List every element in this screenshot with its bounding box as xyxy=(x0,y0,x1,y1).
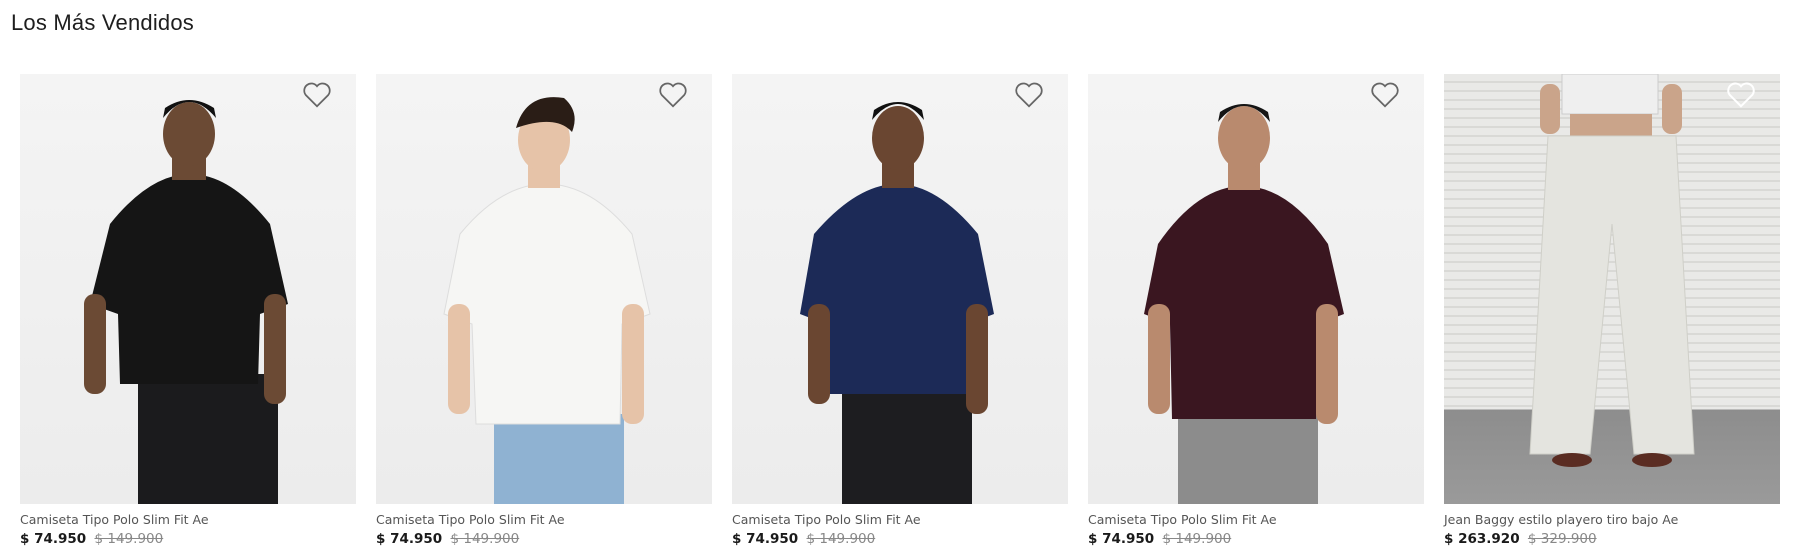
section-title: Los Más Vendidos xyxy=(11,10,194,35)
price-row: $ 74.950 $ 149.900 xyxy=(376,531,712,547)
product-name[interactable]: Camiseta Tipo Polo Slim Fit Ae xyxy=(732,512,1068,527)
model-figure xyxy=(1144,104,1344,504)
product-image[interactable] xyxy=(732,74,1068,504)
product-card[interactable]: Camiseta Tipo Polo Slim Fit Ae $ 74.950 … xyxy=(1088,74,1424,547)
product-name[interactable]: Camiseta Tipo Polo Slim Fit Ae xyxy=(20,512,356,527)
sale-price: $ 74.950 xyxy=(376,531,443,547)
heart-outline-icon[interactable] xyxy=(658,81,688,109)
model-figure xyxy=(800,102,994,504)
pants-shape xyxy=(1178,409,1318,504)
product-card[interactable]: Camiseta Tipo Polo Slim Fit Ae $ 74.950 … xyxy=(20,74,356,547)
model-figure xyxy=(84,100,288,504)
top-shape xyxy=(1561,74,1659,115)
heart-outline-icon[interactable] xyxy=(302,81,332,109)
model-figure xyxy=(443,97,651,504)
original-price: $ 149.900 xyxy=(450,531,520,547)
heart-outline-icon[interactable] xyxy=(1726,81,1756,109)
model-figure xyxy=(1529,74,1695,467)
sale-price: $ 74.950 xyxy=(20,531,87,547)
price-row: $ 74.950 $ 149.900 xyxy=(20,531,356,547)
product-card[interactable]: Camiseta Tipo Polo Slim Fit Ae $ 74.950 … xyxy=(376,74,712,547)
product-image[interactable] xyxy=(1444,74,1780,504)
product-grid: Camiseta Tipo Polo Slim Fit Ae $ 74.950 … xyxy=(20,74,1780,547)
price-row: $ 74.950 $ 149.900 xyxy=(1088,531,1424,547)
original-price: $ 329.900 xyxy=(1527,531,1597,547)
pants-shape xyxy=(842,384,972,504)
product-name[interactable]: Jean Baggy estilo playero tiro bajo Ae xyxy=(1444,512,1780,527)
product-name[interactable]: Camiseta Tipo Polo Slim Fit Ae xyxy=(1088,512,1424,527)
pants-shape xyxy=(138,374,278,504)
shirt-shape xyxy=(443,183,651,425)
sale-price: $ 74.950 xyxy=(732,531,799,547)
product-image[interactable] xyxy=(376,74,712,504)
original-price: $ 149.900 xyxy=(1162,531,1232,547)
pants-shape xyxy=(494,414,624,504)
original-price: $ 149.900 xyxy=(94,531,164,547)
price-row: $ 263.920 $ 329.900 xyxy=(1444,531,1780,547)
sale-price: $ 74.950 xyxy=(1088,531,1155,547)
original-price: $ 149.900 xyxy=(806,531,876,547)
product-card[interactable]: Jean Baggy estilo playero tiro bajo Ae $… xyxy=(1444,74,1780,547)
shirt-shape xyxy=(90,174,288,384)
heart-outline-icon[interactable] xyxy=(1014,81,1044,109)
product-image[interactable] xyxy=(20,74,356,504)
heart-outline-icon[interactable] xyxy=(1370,81,1400,109)
sale-price: $ 263.920 xyxy=(1444,531,1520,547)
product-name[interactable]: Camiseta Tipo Polo Slim Fit Ae xyxy=(376,512,712,527)
product-image[interactable] xyxy=(1088,74,1424,504)
price-row: $ 74.950 $ 149.900 xyxy=(732,531,1068,547)
shirt-shape xyxy=(1144,186,1344,419)
product-card[interactable]: Camiseta Tipo Polo Slim Fit Ae $ 74.950 … xyxy=(732,74,1068,547)
pants-shape xyxy=(1529,135,1695,455)
